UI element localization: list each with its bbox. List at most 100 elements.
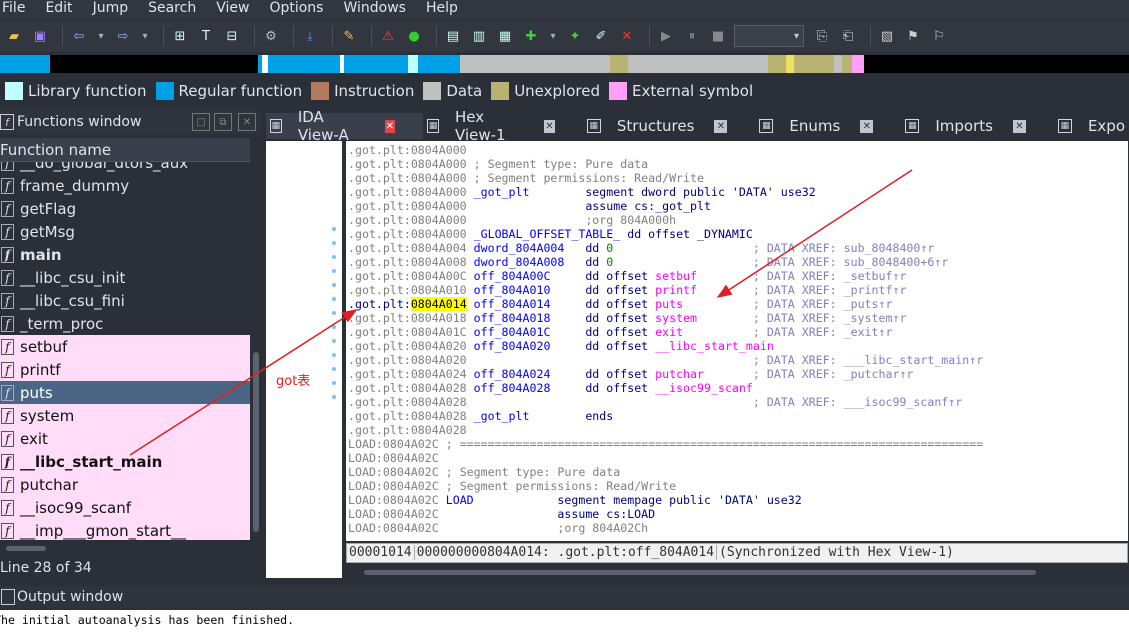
disasm-line[interactable]: LOAD:0804A02C LOAD segment mempage publi…: [348, 493, 802, 507]
disasm-hscroll[interactable]: [346, 566, 1128, 578]
warning-icon[interactable]: ⚠: [378, 26, 398, 46]
green-circle-icon[interactable]: ●: [404, 26, 424, 46]
jump-icon[interactable]: ⤓: [300, 26, 320, 46]
disasm-line[interactable]: .got.plt:0804A01C off_804A01C dd offset …: [348, 325, 892, 339]
detach-icon[interactable]: ⎗: [838, 26, 858, 46]
run-icon[interactable]: ▶: [656, 26, 676, 46]
function-row[interactable]: f __isoc99_scanf: [0, 496, 250, 519]
tab-ida-view-a[interactable]: ▦ IDA View-A ✕: [266, 108, 424, 144]
disasm-line[interactable]: LOAD:0804A02C ; Segment type: Pure data: [348, 465, 620, 479]
pause-icon[interactable]: ⏸: [682, 26, 702, 46]
binary-search-icon[interactable]: ⊞: [170, 26, 190, 46]
function-row[interactable]: f system: [0, 404, 250, 427]
function-row[interactable]: f __libc_csu_fini: [0, 289, 250, 312]
disasm-line[interactable]: .got.plt:0804A028 off_804A028 dd offset …: [348, 381, 753, 395]
close-icon[interactable]: ✕: [238, 113, 256, 131]
disasm-line[interactable]: .got.plt:0804A000 _got_plt segment dword…: [348, 185, 816, 199]
function-row[interactable]: f main: [0, 243, 250, 266]
disasm-line[interactable]: .got.plt:0804A010 off_804A010 dd offset …: [348, 283, 906, 297]
function-row[interactable]: f printf: [0, 358, 250, 381]
function-row[interactable]: f putchar: [0, 473, 250, 496]
graph-icon[interactable]: ▧: [877, 26, 897, 46]
function-row[interactable]: f puts: [0, 381, 250, 404]
code-icon[interactable]: ▤: [443, 26, 463, 46]
menu-jump[interactable]: Jump: [91, 0, 137, 19]
disasm-line[interactable]: .got.plt:0804A000 _GLOBAL_OFFSET_TABLE_ …: [348, 227, 753, 241]
debugger-select[interactable]: ▾: [734, 25, 804, 47]
tab-close-icon[interactable]: ✕: [860, 119, 874, 133]
function-row[interactable]: f _term_proc: [0, 312, 250, 335]
float-icon[interactable]: ⧉: [214, 113, 232, 131]
function-row[interactable]: f getMsg: [0, 220, 250, 243]
menu-view[interactable]: View: [214, 0, 257, 19]
function-list-hscroll[interactable]: [6, 546, 46, 551]
menu-options[interactable]: Options: [267, 0, 331, 19]
function-row[interactable]: f exit: [0, 427, 250, 450]
disasm-line[interactable]: .got.plt:0804A000 ;org 804A000h: [348, 213, 676, 227]
tab-close-icon[interactable]: ✕: [384, 119, 396, 133]
function-list[interactable]: f __do_global_dtors_aux f frame_dummy f getFl…: [0, 162, 250, 540]
function-row[interactable]: f __do_global_dtors_aux: [0, 162, 250, 174]
disasm-line[interactable]: LOAD:0804A02C ; ========================…: [348, 437, 983, 451]
navigation-band[interactable]: [0, 55, 1129, 73]
function-name-column-header[interactable]: Function name: [0, 138, 250, 162]
function-list-scrollbar[interactable]: [252, 162, 260, 540]
menu-windows[interactable]: Windows: [341, 0, 414, 19]
tab-hex-view-1[interactable]: ▦ Hex View-1 ✕: [423, 108, 583, 144]
add-dropdown-icon[interactable]: ▾: [547, 26, 559, 46]
menu-search[interactable]: Search: [146, 0, 204, 19]
disasm-line[interactable]: .got.plt:0804A018 off_804A018 dd offset …: [348, 311, 906, 325]
back-arrow-icon[interactable]: ⇦: [69, 26, 89, 46]
tab-close-icon[interactable]: ✕: [544, 119, 555, 133]
immediate-search-icon[interactable]: ⊟: [222, 26, 242, 46]
disasm-line[interactable]: .got.plt:0804A00C off_804A00C dd offset …: [348, 269, 906, 283]
disasm-line[interactable]: LOAD:0804A02C ;org 804A02Ch: [348, 521, 648, 535]
function-row[interactable]: f getFlag: [0, 197, 250, 220]
data-icon[interactable]: ▥: [469, 26, 489, 46]
disasm-line[interactable]: .got.plt:0804A008 dword_804A008 dd 0 ; D…: [348, 255, 948, 269]
back-dropdown-icon[interactable]: ▾: [95, 26, 107, 46]
forward-dropdown-icon[interactable]: ▾: [139, 26, 151, 46]
call-graph-icon[interactable]: ⚐: [929, 26, 949, 46]
disasm-line[interactable]: .got.plt:0804A028 _got_plt ends: [348, 409, 613, 423]
breakpoint-icon[interactable]: ✎: [339, 26, 359, 46]
disasm-line[interactable]: LOAD:0804A02C assume cs:LOAD: [348, 507, 655, 521]
function-row[interactable]: f __libc_csu_init: [0, 266, 250, 289]
disasm-line[interactable]: .got.plt:0804A020 ; DATA XREF: ___libc_s…: [348, 353, 983, 367]
open-folder-icon[interactable]: ▰: [4, 26, 24, 46]
disasm-line[interactable]: .got.plt:0804A014 off_804A014 dd offset …: [348, 297, 892, 311]
text-search-icon[interactable]: T: [196, 26, 216, 46]
tab-close-icon[interactable]: ✕: [1012, 119, 1026, 133]
maximize-icon[interactable]: □: [192, 113, 210, 131]
attach-icon[interactable]: ⎘: [812, 26, 832, 46]
disasm-line[interactable]: .got.plt:0804A000: [348, 143, 467, 157]
disasm-line[interactable]: .got.plt:0804A020 off_804A020 dd offset …: [348, 339, 774, 353]
disasm-line[interactable]: .got.plt:0804A024 off_804A024 dd offset …: [348, 367, 913, 381]
disasm-line[interactable]: .got.plt:0804A000 ; Segment permissions:…: [348, 171, 704, 185]
string-icon[interactable]: ▦: [495, 26, 515, 46]
disasm-line[interactable]: .got.plt:0804A028: [348, 423, 467, 437]
patch-icon[interactable]: ⚙: [261, 26, 281, 46]
function-row[interactable]: f setbuf: [0, 335, 250, 358]
tab-expo[interactable]: ▦ Expo: [1054, 113, 1129, 139]
function-row[interactable]: f __imp___gmon_start__: [0, 519, 250, 540]
forward-arrow-icon[interactable]: ⇨: [113, 26, 133, 46]
tab-structures[interactable]: ▦ Structures ✕: [583, 113, 756, 139]
scrollbar-thumb[interactable]: [364, 570, 1036, 575]
insert-icon[interactable]: ✦: [565, 26, 585, 46]
menu-help[interactable]: Help: [424, 0, 466, 19]
disasm-line[interactable]: .got.plt:0804A004 dword_804A004 dd 0 ; D…: [348, 241, 934, 255]
output-window-body[interactable]: The initial autoanalysis has been finish…: [0, 610, 1129, 635]
tab-close-icon[interactable]: ✕: [714, 119, 728, 133]
disasm-line[interactable]: LOAD:0804A02C ; Segment permissions: Rea…: [348, 479, 676, 493]
menu-edit[interactable]: Edit: [43, 0, 80, 19]
add-icon[interactable]: ✚: [521, 26, 541, 46]
function-row[interactable]: f frame_dummy: [0, 174, 250, 197]
tab-imports[interactable]: ▦ Imports ✕: [901, 113, 1054, 139]
edit-icon[interactable]: ✐: [591, 26, 611, 46]
flow-chart-icon[interactable]: ⚑: [903, 26, 923, 46]
delete-icon[interactable]: ✕: [617, 26, 637, 46]
menu-file[interactable]: File: [0, 0, 33, 19]
ida-view-a-disassembly[interactable]: .got.plt:0804A000 .got.plt:0804A000 ; Seg…: [346, 141, 1128, 541]
tab-enums[interactable]: ▦ Enums ✕: [755, 113, 901, 139]
